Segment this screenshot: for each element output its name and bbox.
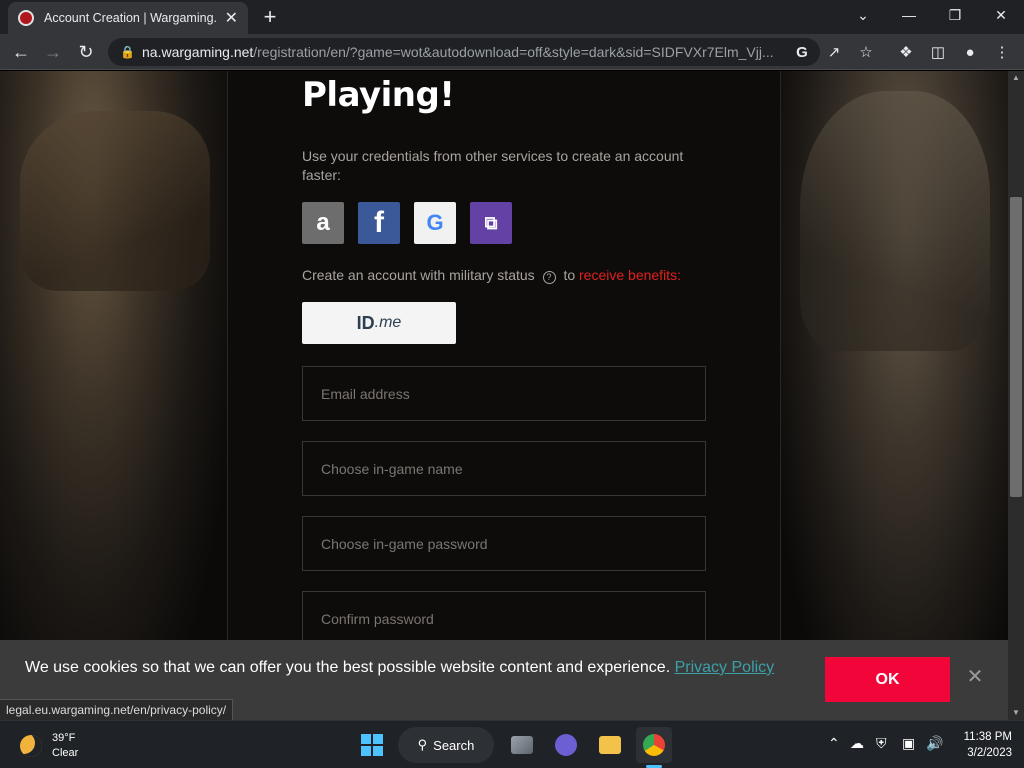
ingame-name-field[interactable]: Choose in-game name — [302, 441, 706, 496]
address-url[interactable]: na.wargaming.net/registration/en/?game=w… — [142, 44, 782, 60]
taskbar-clock[interactable]: 11:38 PM 3/2/2023 — [956, 729, 1012, 761]
browser-toolbar: ← → ↻ 🔒 na.wargaming.net/registration/en… — [0, 34, 1024, 70]
tab-title: Account Creation | Wargaming.net — [44, 11, 217, 25]
wargaming-favicon-icon — [18, 10, 34, 26]
weather-widget[interactable]: 39°F Clear — [20, 731, 78, 761]
military-status-text: Create an account with military status ?… — [302, 267, 681, 284]
file-explorer-button[interactable] — [592, 727, 628, 763]
social-prompt: Use your credentials from other services… — [302, 148, 684, 183]
moon-icon — [20, 735, 42, 757]
windows-logo-icon — [361, 734, 371, 744]
facebook-icon: f — [374, 206, 384, 239]
twitch-icon: ⧉ — [484, 212, 498, 233]
amazon-icon: a — [316, 209, 330, 236]
share-icon[interactable]: ↗ — [824, 42, 844, 62]
chrome-icon — [643, 734, 665, 756]
cookie-message: We use cookies so that we can offer you … — [25, 656, 785, 680]
registration-panel: Playing! Use your credentials from other… — [227, 71, 781, 711]
extensions-icon[interactable]: ❖ — [896, 42, 916, 62]
forward-icon[interactable]: → — [41, 40, 65, 64]
windows-taskbar: 39°F Clear ⚲ Search ⌃ ☁ ⛨ ▣ 🔊 11:38 PM 3… — [0, 720, 1024, 768]
cookie-close-icon[interactable]: ✕ — [964, 664, 986, 688]
military-to: to — [563, 267, 576, 283]
help-icon[interactable]: ? — [542, 271, 556, 284]
minimize-button[interactable]: — — [886, 0, 932, 30]
tank-art-right — [800, 91, 990, 351]
teams-chat-button[interactable] — [548, 727, 584, 763]
search-icon: ⚲ — [417, 737, 428, 752]
scrollbar-thumb[interactable] — [1010, 197, 1022, 497]
onedrive-icon[interactable]: ☁ — [850, 735, 864, 752]
page-scrollbar[interactable]: ▲ ▼ — [1008, 71, 1024, 720]
amazon-login-button[interactable]: a — [302, 202, 344, 244]
tank-art-left — [20, 111, 210, 291]
reload-icon[interactable]: ↻ — [74, 40, 98, 64]
idme-logo-me: .me — [374, 314, 402, 331]
task-view-icon — [511, 736, 533, 754]
facebook-login-button[interactable]: f — [358, 202, 400, 244]
google-login-button[interactable]: G — [414, 202, 456, 244]
status-bar-url: legal.eu.wargaming.net/en/privacy-policy… — [0, 699, 234, 721]
folder-icon — [599, 736, 621, 754]
start-button[interactable] — [356, 727, 388, 763]
military-prefix: Create an account with military status — [302, 267, 535, 283]
browser-tab[interactable]: Account Creation | Wargaming.net ✕ — [8, 2, 248, 34]
url-host: na.wargaming.net — [142, 44, 254, 60]
confirm-password-field[interactable]: Confirm password — [302, 591, 706, 646]
privacy-policy-link[interactable]: Privacy Policy — [675, 659, 775, 676]
cookie-ok-button[interactable]: OK — [825, 657, 950, 702]
taskbar-search-label: Search — [433, 737, 475, 753]
taskbar-search-button[interactable]: ⚲ Search — [398, 727, 494, 763]
task-view-button[interactable] — [504, 727, 540, 763]
maximize-button[interactable]: ❐ — [932, 0, 978, 30]
tab-search-dropdown-icon[interactable]: ⌄ — [840, 0, 886, 30]
military-suffix: : — [677, 267, 681, 283]
email-field[interactable]: Email address — [302, 366, 706, 421]
weather-temp: 39°F — [52, 732, 76, 744]
twitch-login-button[interactable]: ⧉ — [470, 202, 512, 244]
chrome-taskbar-button[interactable] — [636, 727, 672, 763]
profile-icon[interactable]: ● — [960, 42, 980, 62]
google-icon: G — [426, 210, 444, 235]
clock-time: 11:38 PM — [963, 731, 1012, 743]
address-bar[interactable]: 🔒 na.wargaming.net/registration/en/?game… — [108, 38, 820, 66]
scroll-up-icon[interactable]: ▲ — [1008, 71, 1024, 85]
url-path: /registration/en/?game=wot&autodownload=… — [253, 44, 774, 60]
weather-condition: Clear — [52, 747, 79, 759]
idme-button[interactable]: ID .me — [302, 302, 456, 344]
close-window-button[interactable]: ✕ — [978, 0, 1024, 30]
page-viewport: Playing! Use your credentials from other… — [0, 71, 1008, 711]
browser-tab-strip: Account Creation | Wargaming.net ✕ + ⌄ —… — [0, 0, 1024, 34]
page-heading: Playing! — [302, 75, 455, 115]
receive-benefits-link[interactable]: receive benefits — [579, 267, 677, 283]
tray-overflow-icon[interactable]: ⌃ — [828, 735, 840, 752]
sidepanel-icon[interactable]: ◫ — [928, 42, 948, 62]
security-shield-icon[interactable]: ⛨ — [876, 735, 887, 752]
network-icon[interactable]: ▣ — [902, 735, 915, 752]
cookie-message-text: We use cookies so that we can offer you … — [25, 659, 671, 676]
menu-icon[interactable]: ⋮ — [992, 42, 1012, 62]
chat-icon — [555, 734, 577, 756]
idme-logo-id: ID — [356, 312, 375, 333]
lock-icon[interactable]: 🔒 — [120, 45, 135, 59]
star-icon[interactable]: ☆ — [856, 42, 876, 62]
new-tab-button[interactable]: + — [258, 6, 282, 28]
password-field[interactable]: Choose in-game password — [302, 516, 706, 571]
back-icon[interactable]: ← — [9, 40, 33, 64]
scroll-down-icon[interactable]: ▼ — [1008, 706, 1024, 720]
tab-close-icon[interactable]: ✕ — [225, 8, 238, 28]
clock-date: 3/2/2023 — [967, 747, 1012, 759]
volume-icon[interactable]: 🔊 — [926, 735, 943, 752]
google-icon[interactable]: G — [792, 42, 812, 62]
